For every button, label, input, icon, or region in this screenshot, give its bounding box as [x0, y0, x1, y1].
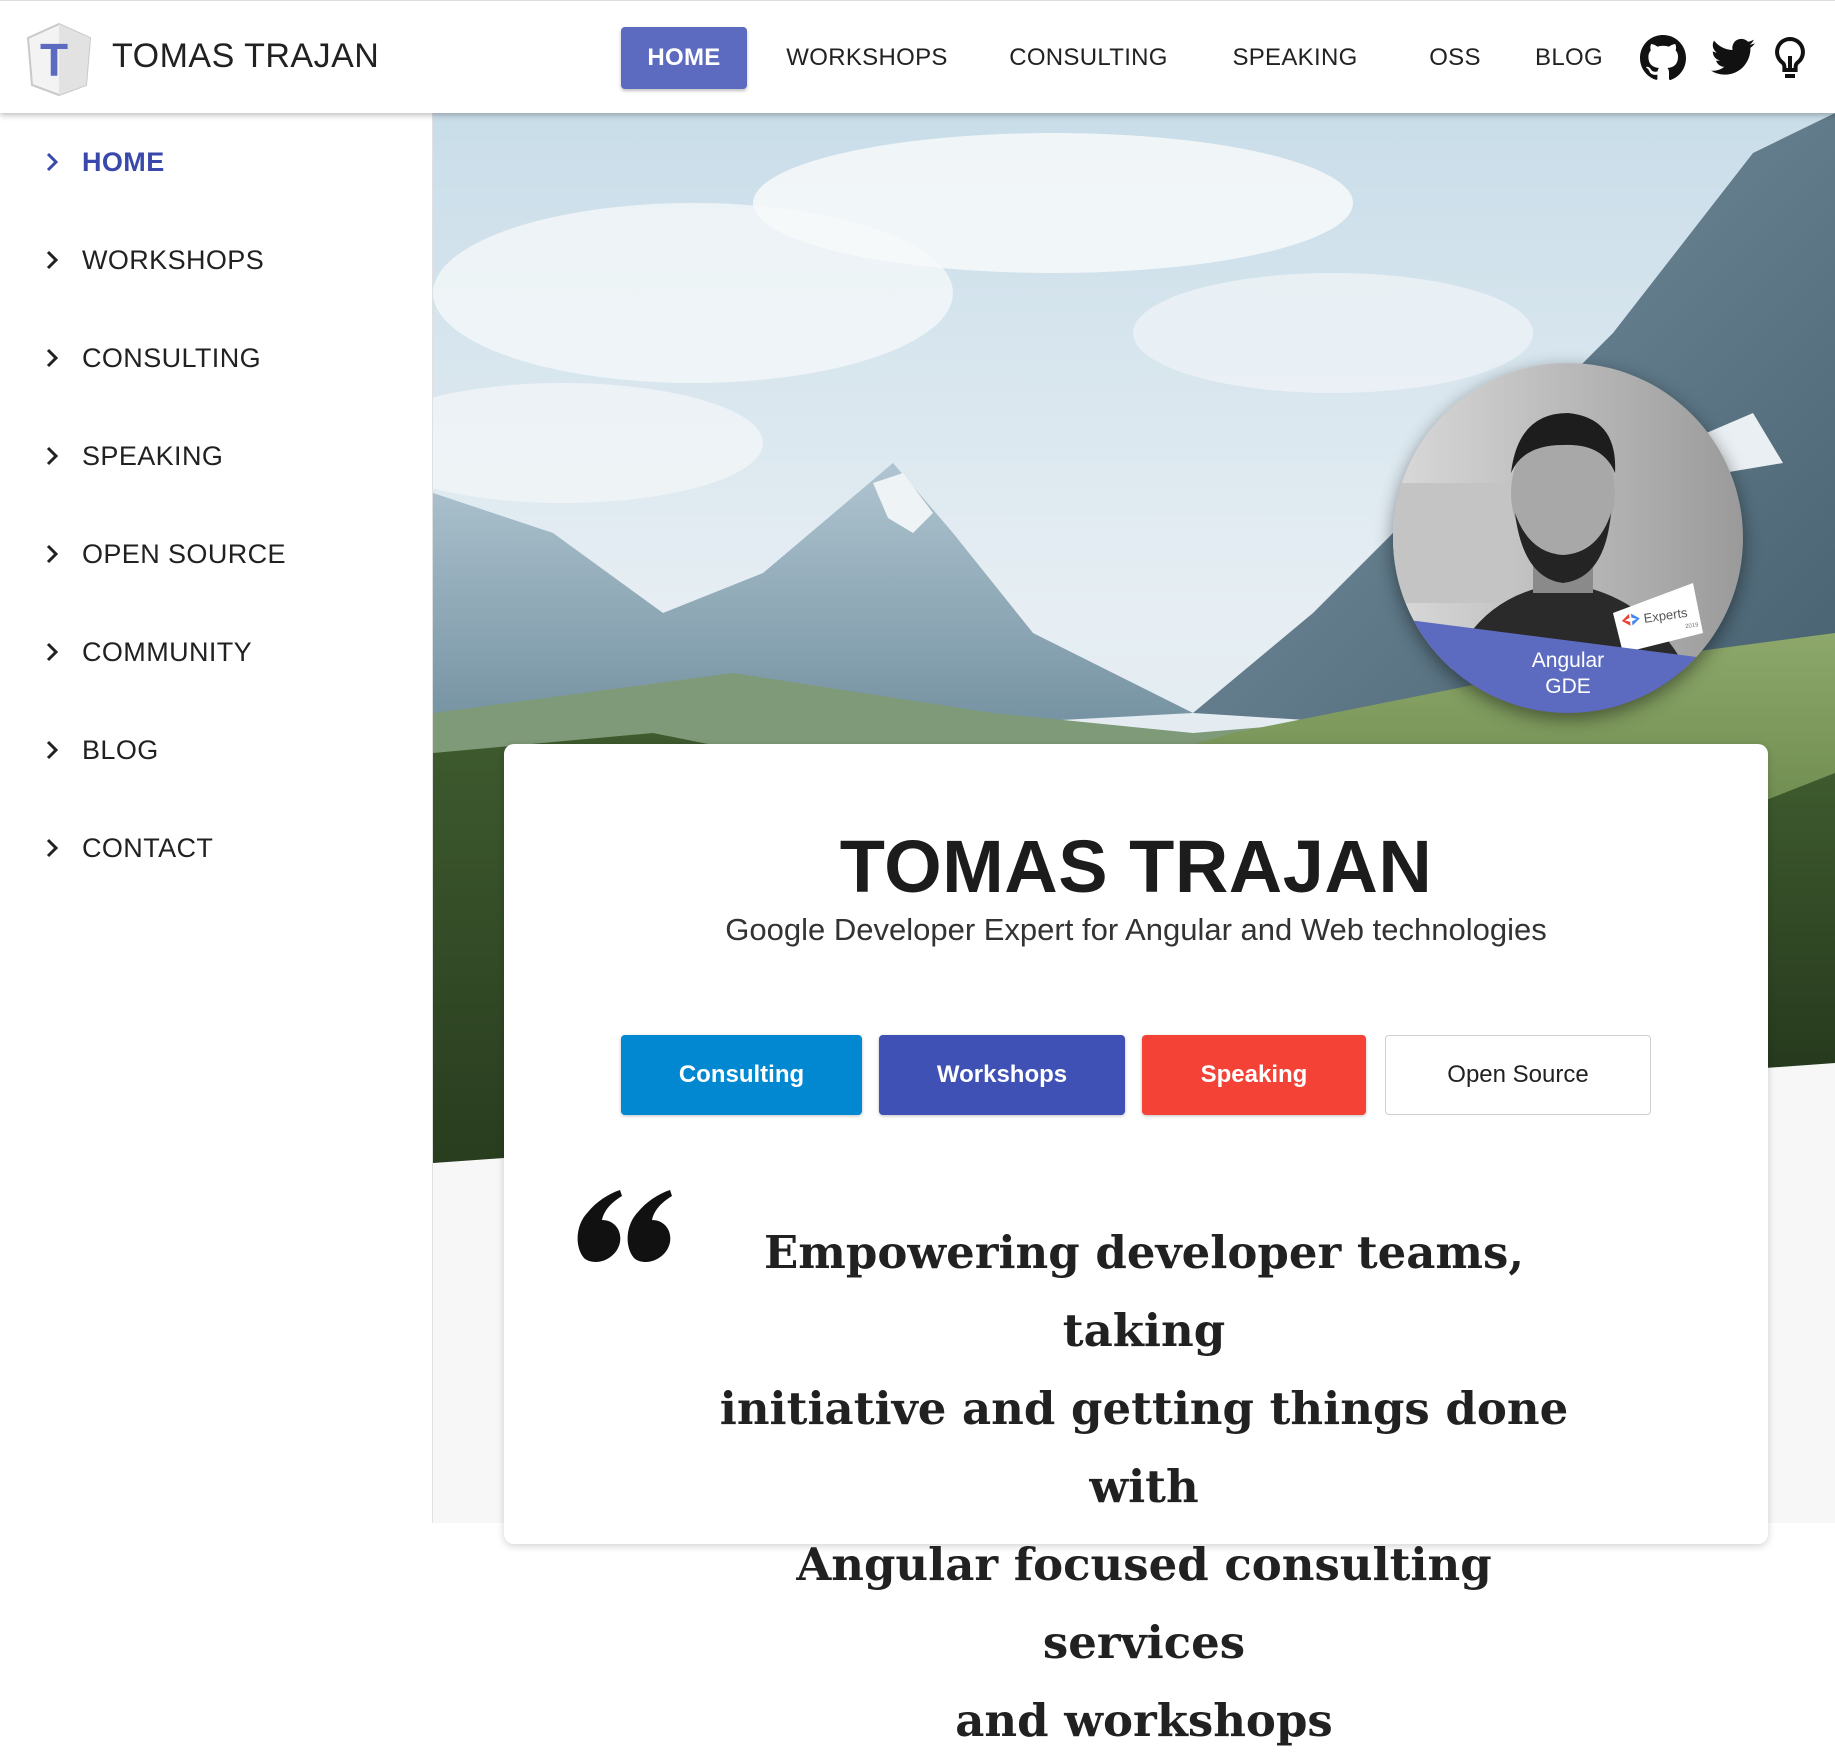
avatar-caption-line2: GDE — [1545, 675, 1591, 698]
quote-line: initiative and getting things done with — [719, 1382, 1569, 1513]
sidebar: HOME WORKSHOPS CONSULTING SPEAKING OPEN … — [0, 113, 433, 1523]
topnav-blog[interactable]: BLOG — [1522, 27, 1616, 89]
sidebar-item-open-source[interactable]: OPEN SOURCE — [40, 529, 286, 579]
sidebar-item-consulting[interactable]: CONSULTING — [40, 333, 261, 383]
quote-line: Angular focused consulting services — [796, 1538, 1492, 1669]
chevron-right-icon — [46, 152, 59, 172]
chevron-right-icon — [46, 740, 59, 760]
intro-card: TOMAS TRAJAN Google Developer Expert for… — [504, 744, 1768, 1747]
brand-logo[interactable]: T — [24, 21, 94, 97]
speaking-button[interactable]: Speaking — [1142, 1035, 1366, 1115]
sidebar-item-label: CONTACT — [82, 832, 214, 863]
sidebar-item-label: HOME — [82, 146, 165, 177]
quote-line: and workshops — [955, 1694, 1333, 1747]
quote-line: Empowering developer teams, taking — [763, 1226, 1525, 1357]
topnav-speaking[interactable]: SPEAKING — [1220, 27, 1370, 89]
sidebar-item-label: BLOG — [82, 734, 159, 765]
workshops-button[interactable]: Workshops — [879, 1035, 1125, 1115]
chevron-right-icon — [46, 544, 59, 564]
topnav-oss[interactable]: OSS — [1408, 27, 1502, 89]
sidebar-item-label: SPEAKING — [82, 440, 224, 471]
chevron-right-icon — [46, 838, 59, 858]
logo-letter: T — [40, 34, 68, 86]
topnav-home[interactable]: HOME — [621, 27, 747, 89]
sidebar-item-blog[interactable]: BLOG — [40, 725, 159, 775]
quote-icon — [577, 1190, 672, 1262]
chevron-right-icon — [46, 250, 59, 270]
sidebar-item-label: OPEN SOURCE — [82, 538, 286, 569]
twitter-icon[interactable] — [1709, 34, 1757, 82]
chevron-right-icon — [46, 348, 59, 368]
brand-title[interactable]: TOMAS TRAJAN — [112, 37, 379, 76]
avatar-caption-line1: Angular — [1531, 649, 1605, 672]
page-title: TOMAS TRAJAN — [839, 825, 1433, 908]
sidebar-item-label: CONSULTING — [82, 342, 262, 373]
profile-avatar: Experts 2019 Angular GDE — [1393, 363, 1743, 713]
topnav-workshops[interactable]: WORKSHOPS — [774, 27, 960, 89]
top-toolbar: T TOMAS TRAJAN HOME WORKSHOPS CONSULTING… — [0, 0, 1835, 113]
chevron-right-icon — [46, 642, 59, 662]
lightbulb-icon[interactable] — [1766, 34, 1814, 82]
sidebar-item-workshops[interactable]: WORKSHOPS — [40, 235, 264, 285]
topnav-consulting[interactable]: CONSULTING — [997, 27, 1180, 89]
sidebar-item-contact[interactable]: CONTACT — [40, 823, 213, 873]
sidebar-item-speaking[interactable]: SPEAKING — [40, 431, 223, 481]
consulting-button[interactable]: Consulting — [621, 1035, 862, 1115]
chevron-right-icon — [46, 446, 59, 466]
github-icon[interactable] — [1639, 34, 1687, 82]
sidebar-item-home[interactable]: HOME — [40, 137, 165, 187]
sidebar-item-label: COMMUNITY — [82, 636, 253, 667]
mission-quote: Empowering developer teams, taking initi… — [694, 1214, 1594, 1760]
sidebar-item-community[interactable]: COMMUNITY — [40, 627, 252, 677]
page-subtitle: Google Developer Expert for Angular and … — [725, 912, 1547, 947]
open-source-button[interactable]: Open Source — [1385, 1035, 1651, 1115]
sidebar-item-label: WORKSHOPS — [82, 244, 265, 275]
